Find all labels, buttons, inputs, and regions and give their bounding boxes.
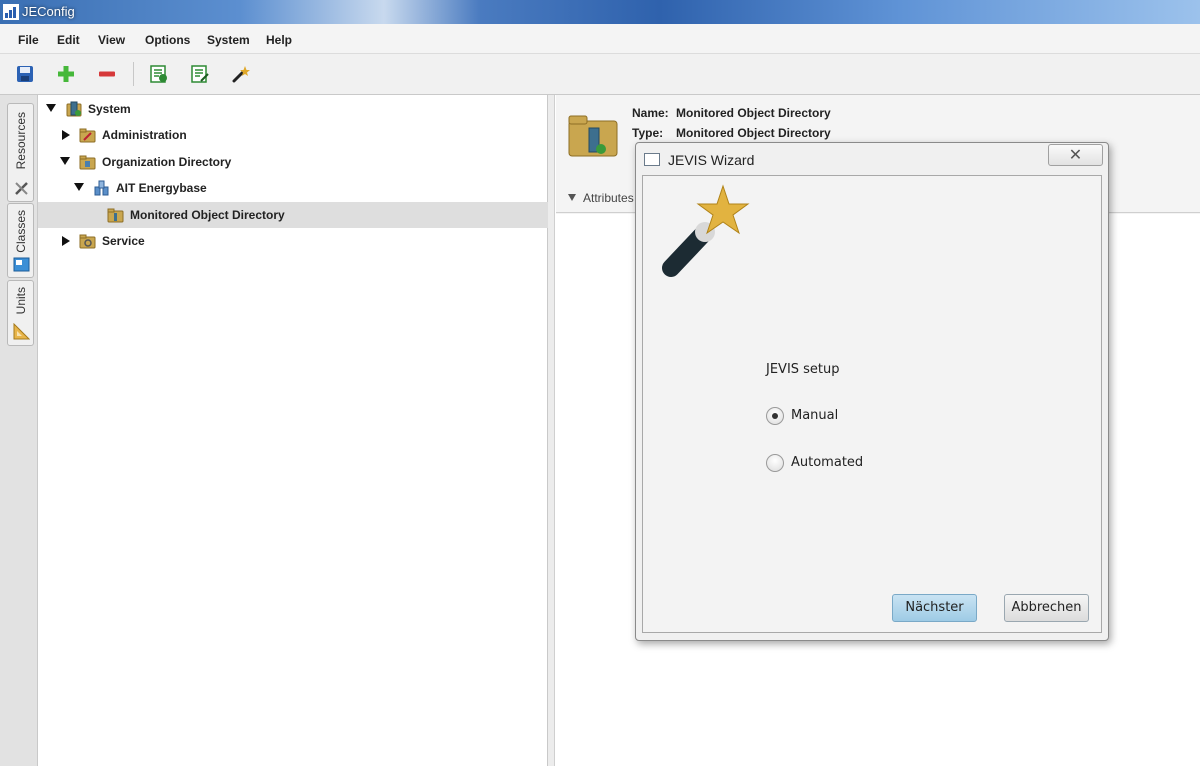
tree-node-organization-directory[interactable]: Organization Directory bbox=[38, 149, 548, 175]
tab-resources-label: Resources bbox=[14, 112, 28, 170]
tree-node-monitored-object-directory[interactable]: Monitored Object Directory bbox=[38, 202, 548, 228]
toolbar-separator bbox=[133, 62, 134, 86]
wizard-button[interactable] bbox=[231, 64, 251, 84]
tree-node-ait-energybase[interactable]: AIT Energybase bbox=[38, 175, 548, 201]
toolbar bbox=[0, 54, 1200, 95]
manual-label[interactable]: Manual bbox=[791, 408, 838, 423]
class-icon bbox=[13, 257, 30, 272]
menu-bar: File Edit View Options System Help bbox=[0, 24, 1200, 54]
menu-edit[interactable]: Edit bbox=[57, 33, 80, 47]
system-icon bbox=[66, 101, 82, 117]
close-icon: ✕ bbox=[1068, 145, 1083, 164]
monitored-folder-icon bbox=[107, 208, 124, 223]
tree-node-system[interactable]: System bbox=[38, 96, 548, 122]
ruler-icon bbox=[13, 323, 30, 340]
tab-resources[interactable]: Resources bbox=[7, 103, 34, 202]
save-icon bbox=[17, 66, 33, 82]
remove-button[interactable] bbox=[97, 64, 117, 84]
next-button[interactable]: Nächster bbox=[892, 594, 977, 622]
building-icon bbox=[94, 180, 109, 196]
window-icon bbox=[644, 153, 660, 166]
add-button[interactable] bbox=[56, 64, 76, 84]
save-button[interactable] bbox=[15, 64, 35, 84]
manual-radio[interactable] bbox=[766, 407, 784, 425]
wizard-icon bbox=[232, 66, 250, 83]
menu-file[interactable]: File bbox=[18, 33, 39, 47]
remove-icon bbox=[99, 71, 115, 77]
tree-node-label: System bbox=[88, 102, 131, 116]
automated-radio[interactable] bbox=[766, 454, 784, 472]
automated-label[interactable]: Automated bbox=[791, 455, 863, 470]
tab-units-label: Units bbox=[14, 287, 28, 315]
name-label: Name: bbox=[632, 106, 669, 120]
new-list-button[interactable] bbox=[149, 64, 169, 84]
cancel-button[interactable]: Abbrechen bbox=[1004, 594, 1089, 622]
object-folder-icon bbox=[568, 115, 618, 157]
administration-folder-icon bbox=[79, 128, 96, 143]
new-list-icon bbox=[150, 65, 167, 83]
window-title: JEConfig bbox=[22, 4, 75, 19]
wizard-dialog: JEVIS Wizard ✕ JEVIS setup Manual Automa… bbox=[635, 142, 1109, 641]
side-tab-strip: Resources Classes Units bbox=[0, 95, 38, 766]
name-value: Monitored Object Directory bbox=[676, 106, 831, 120]
organization-folder-icon bbox=[79, 155, 96, 170]
expand-arrow-icon[interactable] bbox=[62, 236, 70, 246]
tab-units[interactable]: Units bbox=[7, 280, 34, 346]
tools-icon bbox=[15, 182, 28, 195]
menu-options[interactable]: Options bbox=[145, 33, 190, 47]
object-tree: System Administration Organization Direc… bbox=[38, 95, 548, 766]
dialog-title: JEVIS Wizard bbox=[668, 152, 755, 168]
add-icon bbox=[58, 66, 74, 82]
collapse-arrow-icon[interactable] bbox=[74, 183, 84, 191]
service-folder-icon bbox=[79, 234, 96, 249]
tree-node-label: AIT Energybase bbox=[116, 181, 207, 195]
panel-splitter[interactable] bbox=[548, 95, 555, 766]
collapse-arrow-icon[interactable] bbox=[46, 104, 56, 112]
edit-list-icon bbox=[191, 65, 209, 83]
window-titlebar: JEConfig bbox=[0, 0, 1200, 24]
tree-node-administration[interactable]: Administration bbox=[38, 122, 548, 148]
tree-node-service[interactable]: Service bbox=[38, 228, 548, 254]
tree-node-label: Administration bbox=[102, 128, 187, 142]
type-value: Monitored Object Directory bbox=[676, 126, 831, 140]
attributes-label: Attributes bbox=[583, 191, 634, 205]
setup-label: JEVIS setup bbox=[766, 362, 840, 377]
menu-view[interactable]: View bbox=[98, 33, 125, 47]
dialog-body: JEVIS setup Manual Automated Nächster Ab… bbox=[642, 175, 1102, 633]
collapse-arrow-icon[interactable] bbox=[568, 194, 576, 201]
tree-node-label: Monitored Object Directory bbox=[130, 208, 285, 222]
edit-list-button[interactable] bbox=[190, 64, 210, 84]
type-label: Type: bbox=[632, 126, 664, 140]
menu-system[interactable]: System bbox=[207, 33, 250, 47]
close-button[interactable]: ✕ bbox=[1048, 144, 1103, 166]
collapse-arrow-icon[interactable] bbox=[60, 157, 70, 165]
magic-wand-icon bbox=[662, 184, 750, 277]
expand-arrow-icon[interactable] bbox=[62, 130, 70, 140]
tab-classes-label: Classes bbox=[14, 210, 28, 253]
menu-help[interactable]: Help bbox=[266, 33, 292, 47]
tab-classes[interactable]: Classes bbox=[7, 203, 34, 278]
app-chart-icon bbox=[3, 4, 19, 20]
tree-node-label: Organization Directory bbox=[102, 155, 232, 169]
tree-node-label: Service bbox=[102, 234, 145, 248]
